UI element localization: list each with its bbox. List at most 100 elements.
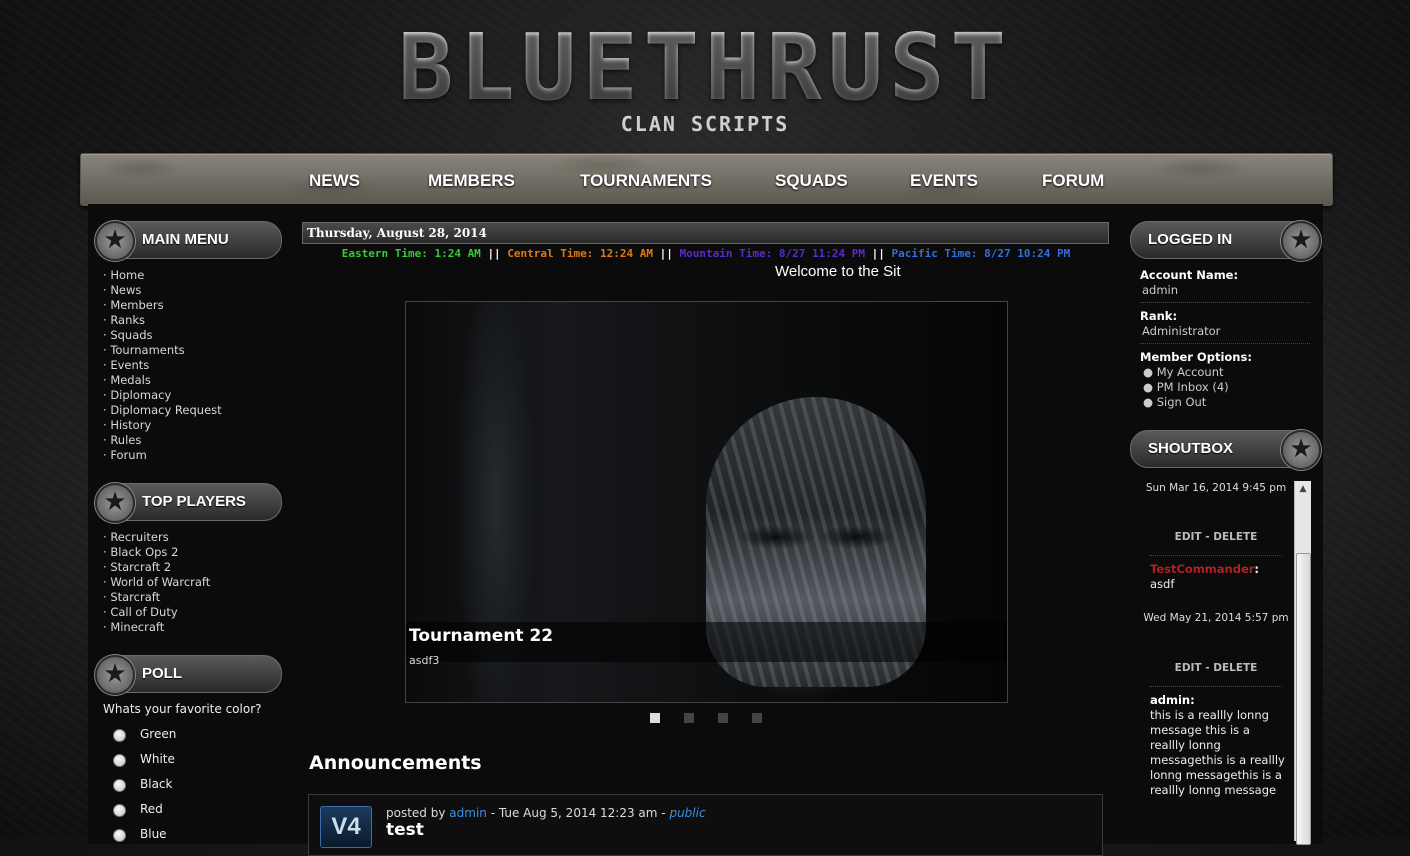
tz-separator: || bbox=[871, 247, 885, 260]
menu-link-members[interactable]: · Members bbox=[103, 298, 164, 313]
announcement-post bbox=[308, 794, 1103, 856]
shout-date: Wed May 21, 2014 5:57 pm bbox=[1143, 612, 1289, 624]
top-players-link[interactable]: · Call of Duty bbox=[103, 605, 178, 620]
shout-message: this is a reallly lonng message this is … bbox=[1150, 708, 1285, 797]
poll-option-label: Blue bbox=[140, 827, 167, 841]
top-players-link[interactable]: · Recruiters bbox=[103, 530, 169, 545]
top-players-link[interactable]: · Starcraft 2 bbox=[103, 560, 171, 575]
post-meta: posted by admin - Tue Aug 5, 2014 12:23 … bbox=[386, 806, 706, 820]
poll-title: POLL bbox=[142, 665, 182, 682]
date-bar: Thursday, August 28, 2014 bbox=[302, 222, 1109, 244]
rank-label: Rank: bbox=[1140, 309, 1178, 323]
star-icon: ★ bbox=[1281, 430, 1321, 470]
top-players-header: ★ TOP PLAYERS bbox=[95, 483, 282, 523]
current-date: Thursday, August 28, 2014 bbox=[307, 226, 487, 240]
shout-message: asdf bbox=[1150, 577, 1175, 591]
poll-radio-green[interactable] bbox=[113, 729, 126, 742]
slider-dot-1[interactable] bbox=[650, 713, 660, 723]
divider bbox=[1150, 686, 1282, 687]
top-players-link[interactable]: · Minecraft bbox=[103, 620, 164, 635]
nav-news[interactable]: NEWS bbox=[309, 171, 360, 191]
menu-link-ranks[interactable]: · Ranks bbox=[103, 313, 145, 328]
star-icon: ★ bbox=[95, 221, 135, 261]
nav-forum[interactable]: FORUM bbox=[1042, 171, 1104, 191]
poll-radio-blue[interactable] bbox=[113, 829, 126, 842]
shout-edit-delete[interactable]: EDIT - DELETE bbox=[1141, 662, 1291, 674]
slide-description: asdf3 bbox=[409, 654, 440, 667]
my-account-link[interactable]: ● My Account bbox=[1143, 365, 1224, 379]
poll-option-label: Black bbox=[140, 777, 173, 791]
menu-link-squads[interactable]: · Squads bbox=[103, 328, 153, 343]
slider-dot-2[interactable] bbox=[684, 713, 694, 723]
menu-link-diplomacy-request[interactable]: · Diplomacy Request bbox=[103, 403, 222, 418]
star-icon: ★ bbox=[1281, 221, 1321, 261]
shoutbox-scrollbar[interactable]: ▲ bbox=[1294, 481, 1311, 845]
announcements-title: Announcements bbox=[309, 752, 482, 774]
divider bbox=[1150, 555, 1282, 556]
menu-link-forum[interactable]: · Forum bbox=[103, 448, 147, 463]
author-avatar: V4 bbox=[320, 806, 372, 848]
top-players-link[interactable]: · Starcraft bbox=[103, 590, 160, 605]
shout-author[interactable]: TestCommander: bbox=[1150, 562, 1259, 576]
tz-pacific: Pacific Time: 8/27 10:24 PM bbox=[891, 247, 1071, 260]
post-title[interactable]: test bbox=[386, 820, 424, 840]
shout-edit-delete[interactable]: EDIT - DELETE bbox=[1141, 531, 1291, 543]
menu-link-home[interactable]: · Home bbox=[103, 268, 144, 283]
main-menu-header: ★ MAIN MENU bbox=[95, 221, 282, 261]
menu-link-rules[interactable]: · Rules bbox=[103, 433, 141, 448]
member-options-label: Member Options: bbox=[1140, 350, 1252, 364]
menu-link-diplomacy[interactable]: · Diplomacy bbox=[103, 388, 171, 403]
poll-radio-white[interactable] bbox=[113, 754, 126, 767]
scrollbar-thumb[interactable] bbox=[1296, 553, 1311, 845]
timezone-line: Eastern Time: 1:24 AM || Central Time: 1… bbox=[302, 247, 1110, 260]
poll-option-label: Red bbox=[140, 802, 163, 816]
logged-in-title: LOGGED IN bbox=[1148, 231, 1233, 248]
main-menu-title: MAIN MENU bbox=[142, 231, 229, 248]
divider bbox=[1140, 302, 1310, 303]
shoutbox-header: ★ SHOUTBOX bbox=[1130, 430, 1321, 470]
slide-title[interactable]: Tournament 22 bbox=[409, 626, 553, 646]
slider-dot-4[interactable] bbox=[752, 713, 762, 723]
slider-dot-3[interactable] bbox=[718, 713, 728, 723]
menu-link-events[interactable]: · Events bbox=[103, 358, 149, 373]
pm-inbox-link[interactable]: ● PM Inbox (4) bbox=[1143, 380, 1229, 394]
menu-link-news[interactable]: · News bbox=[103, 283, 141, 298]
poll-option-label: Green bbox=[140, 727, 177, 741]
site-logo-subtitle: CLAN SCRIPTS bbox=[620, 112, 790, 136]
poll-radio-black[interactable] bbox=[113, 779, 126, 792]
star-icon: ★ bbox=[95, 655, 135, 695]
tz-separator: || bbox=[487, 247, 501, 260]
divider bbox=[1140, 343, 1310, 344]
menu-link-history[interactable]: · History bbox=[103, 418, 151, 433]
star-icon: ★ bbox=[95, 483, 135, 523]
poll-question: Whats your favorite color? bbox=[103, 702, 262, 716]
scroll-up-icon[interactable]: ▲ bbox=[1295, 481, 1311, 497]
account-name-value: admin bbox=[1142, 283, 1179, 297]
nav-tournaments[interactable]: TOURNAMENTS bbox=[580, 171, 712, 191]
tz-mountain: Mountain Time: 8/27 11:24 PM bbox=[679, 247, 865, 260]
post-author-link[interactable]: admin bbox=[449, 806, 487, 820]
top-players-title: TOP PLAYERS bbox=[142, 493, 246, 510]
menu-link-tournaments[interactable]: · Tournaments bbox=[103, 343, 185, 358]
top-players-link[interactable]: · World of Warcraft bbox=[103, 575, 210, 590]
sign-out-link[interactable]: ● Sign Out bbox=[1143, 395, 1206, 409]
shout-date: Sun Mar 16, 2014 9:45 pm bbox=[1145, 482, 1287, 494]
site-logo-title[interactable]: BLUETHRUST bbox=[0, 22, 1410, 114]
poll-header: ★ POLL bbox=[95, 655, 282, 695]
poll-radio-red[interactable] bbox=[113, 804, 126, 817]
welcome-marquee: Welcome to the Sit bbox=[775, 263, 901, 280]
poll-option-label: White bbox=[140, 752, 175, 766]
shoutbox-title: SHOUTBOX bbox=[1148, 440, 1234, 457]
nav-members[interactable]: MEMBERS bbox=[428, 171, 515, 191]
rank-value: Administrator bbox=[1142, 324, 1221, 338]
shout-author[interactable]: admin: bbox=[1150, 693, 1195, 707]
menu-link-medals[interactable]: · Medals bbox=[103, 373, 151, 388]
post-visibility: public bbox=[669, 806, 706, 820]
account-name-label: Account Name: bbox=[1140, 268, 1239, 282]
nav-squads[interactable]: SQUADS bbox=[775, 171, 848, 191]
post-date: - Tue Aug 5, 2014 12:23 am - bbox=[490, 806, 666, 820]
tz-separator: || bbox=[659, 247, 673, 260]
posted-by-label: posted by bbox=[386, 806, 446, 820]
top-players-link[interactable]: · Black Ops 2 bbox=[103, 545, 178, 560]
nav-events[interactable]: EVENTS bbox=[910, 171, 978, 191]
